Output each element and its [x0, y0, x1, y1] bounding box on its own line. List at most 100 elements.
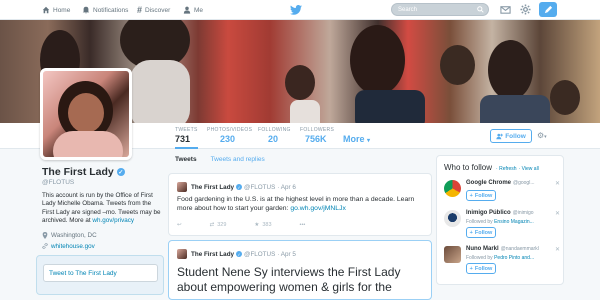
tab-tweets-and-replies[interactable]: Tweets and replies — [211, 156, 265, 163]
nav-home[interactable]: Home — [42, 4, 70, 16]
stat-following[interactable]: FOLLOWING 20 — [258, 127, 291, 144]
tweet-to-input[interactable]: Tweet to The First Lady — [43, 264, 158, 282]
suggestion-follow-label: Follow — [474, 265, 493, 272]
tweet-date[interactable]: · Apr 5 — [277, 251, 296, 258]
stat-tweets[interactable]: TWEETS 731 — [175, 127, 198, 149]
stat-photos-label: PHOTOS/VIDEOS — [207, 127, 253, 133]
suggestion-item: Inimigo Público @inimigo Followed by Ensi… — [444, 210, 562, 240]
stat-photos-videos[interactable]: PHOTOS/VIDEOS 230 — [207, 127, 252, 144]
profile-card: The First Lady ✓ @FLOTUS This account is… — [42, 166, 162, 250]
verified-badge-icon: ✓ — [116, 168, 125, 176]
chevron-down-icon: ▾ — [367, 138, 371, 144]
follow-button-label: Follow — [505, 132, 526, 140]
profile-location-text: Washington, DC — [51, 231, 97, 239]
reply-action[interactable]: ↩ — [177, 222, 196, 228]
tweet-avatar[interactable] — [177, 249, 187, 259]
profile-website-link[interactable]: whitehouse.gov — [51, 243, 95, 250]
add-user-icon: + — [469, 265, 473, 272]
who-to-follow-header: Who to follow · Refresh · View all — [444, 163, 541, 172]
nav-discover-label: Discover — [145, 6, 171, 14]
home-icon — [42, 6, 50, 14]
compose-tweet-button[interactable] — [539, 2, 557, 17]
tweet-link[interactable]: go.wh.gov/jMNLJx — [290, 205, 346, 212]
suggestion-handle: @nandaemmarkl — [500, 246, 539, 252]
suggestion-follow-label: Follow — [474, 192, 493, 199]
search-input[interactable]: Search — [391, 3, 489, 16]
verified-badge-icon: ✓ — [236, 184, 243, 190]
tweet-text: Food gardening in the U.S. is at the hig… — [177, 196, 423, 213]
dismiss-icon[interactable]: ✕ — [555, 180, 560, 187]
more-dropdown[interactable]: More ▾ — [343, 134, 370, 144]
refresh-link[interactable]: · Refresh — [496, 166, 517, 172]
quill-icon — [544, 5, 552, 14]
retweet-action[interactable]: ⇄ 329 — [210, 222, 241, 228]
gear-icon[interactable] — [520, 4, 531, 15]
envelope-icon[interactable] — [500, 4, 511, 15]
suggestion-follow-button[interactable]: + Follow — [466, 227, 496, 238]
tweet-header: The First Lady ✓ @FLOTUS · Apr 6 — [177, 182, 296, 192]
retweet-count: 329 — [217, 222, 227, 228]
suggestion-item: Google Chrome @googl... + Follow ✕ — [444, 180, 562, 210]
more-action[interactable]: ••• — [300, 222, 320, 228]
suggestion-name[interactable]: Nuno Markl — [466, 246, 499, 252]
verified-badge-icon: ✓ — [236, 251, 243, 257]
suggestion-name-row: Inimigo Público @inimigo — [466, 210, 534, 216]
nav-me-label: Me — [194, 6, 204, 14]
stat-tweets-label: TWEETS — [175, 127, 198, 133]
who-to-follow-panel: Who to follow · Refresh · View all Googl… — [436, 155, 564, 285]
nav-discover[interactable]: # Discover — [137, 4, 170, 16]
profile-name-row: The First Lady ✓ — [42, 166, 162, 178]
tweet-author-name[interactable]: The First Lady — [191, 184, 234, 191]
followed-by-link[interactable]: Ensino Magazin... — [494, 219, 534, 225]
profile-name[interactable]: The First Lady — [42, 166, 114, 178]
suggestion-follow-button[interactable]: + Follow — [466, 190, 496, 201]
profile-location: Washington, DC — [42, 231, 162, 239]
tweet-avatar[interactable] — [177, 182, 187, 192]
followed-by-prefix: Followed by — [466, 255, 493, 261]
profile-avatar[interactable] — [40, 68, 132, 160]
profile-handle: @FLOTUS — [42, 179, 75, 186]
more-label: More — [343, 134, 365, 144]
nav-me[interactable]: Me — [183, 4, 203, 16]
followed-by-prefix: Followed by — [466, 219, 493, 225]
add-user-icon: + — [469, 229, 473, 236]
location-pin-icon — [42, 231, 48, 239]
suggestion-follow-button[interactable]: + Follow — [466, 263, 496, 274]
tweet-header: The First Lady ✓ @FLOTUS · Apr 5 — [177, 249, 296, 259]
nav-home-label: Home — [53, 6, 71, 14]
inimigo-publico-avatar[interactable] — [444, 210, 461, 227]
profile-bio: This account is run by the Office of Fir… — [42, 192, 162, 226]
who-to-follow-title: Who to follow — [444, 163, 493, 172]
suggestion-followed-by: Followed by Pedro Pinto and... — [466, 255, 534, 261]
suggestion-item: Nuno Markl @nandaemmarkl Followed by Pedr… — [444, 246, 562, 276]
tweet-card[interactable]: The First Lady ✓ @FLOTUS · Apr 5 Student… — [168, 240, 432, 300]
tweet-author-name[interactable]: The First Lady — [191, 251, 234, 258]
privacy-link[interactable]: wh.gov/privacy — [92, 217, 134, 224]
link-icon — [42, 243, 48, 249]
nav-notifications[interactable]: Notifications — [82, 4, 128, 16]
hashtag-icon: # — [137, 5, 143, 15]
ellipsis-icon: ••• — [299, 222, 306, 228]
tab-tweets[interactable]: Tweets — [175, 156, 197, 163]
suggestion-handle: @inimigo — [512, 210, 534, 216]
followed-by-link[interactable]: Pedro Pinto and... — [494, 255, 534, 261]
tweet-date[interactable]: · Apr 6 — [277, 184, 296, 191]
twitter-bird-icon[interactable] — [290, 5, 302, 15]
stat-following-label: FOLLOWING — [258, 127, 291, 133]
search-icon[interactable] — [477, 6, 484, 13]
add-user-icon: + — [469, 192, 473, 199]
nuno-markl-avatar[interactable] — [444, 246, 461, 263]
suggestion-name[interactable]: Google Chrome — [466, 180, 511, 186]
suggestion-followed-by: Followed by Ensino Magazin... — [466, 219, 534, 225]
dismiss-icon[interactable]: ✕ — [555, 246, 560, 253]
nav-notifications-label: Notifications — [93, 6, 129, 14]
stat-followers[interactable]: FOLLOWERS 756K — [300, 127, 334, 144]
follow-button[interactable]: Follow — [490, 129, 532, 143]
suggestion-name[interactable]: Inimigo Público — [466, 210, 511, 216]
dismiss-icon[interactable]: ✕ — [555, 210, 560, 217]
chrome-logo-icon[interactable] — [444, 180, 461, 197]
view-all-link[interactable]: · View all — [519, 166, 539, 172]
tweet-card[interactable]: The First Lady ✓ @FLOTUS · Apr 6 Food ga… — [168, 173, 432, 236]
favorite-action[interactable]: ★ 383 — [254, 222, 285, 228]
profile-settings-dropdown[interactable]: ⚙▾ — [537, 131, 547, 140]
